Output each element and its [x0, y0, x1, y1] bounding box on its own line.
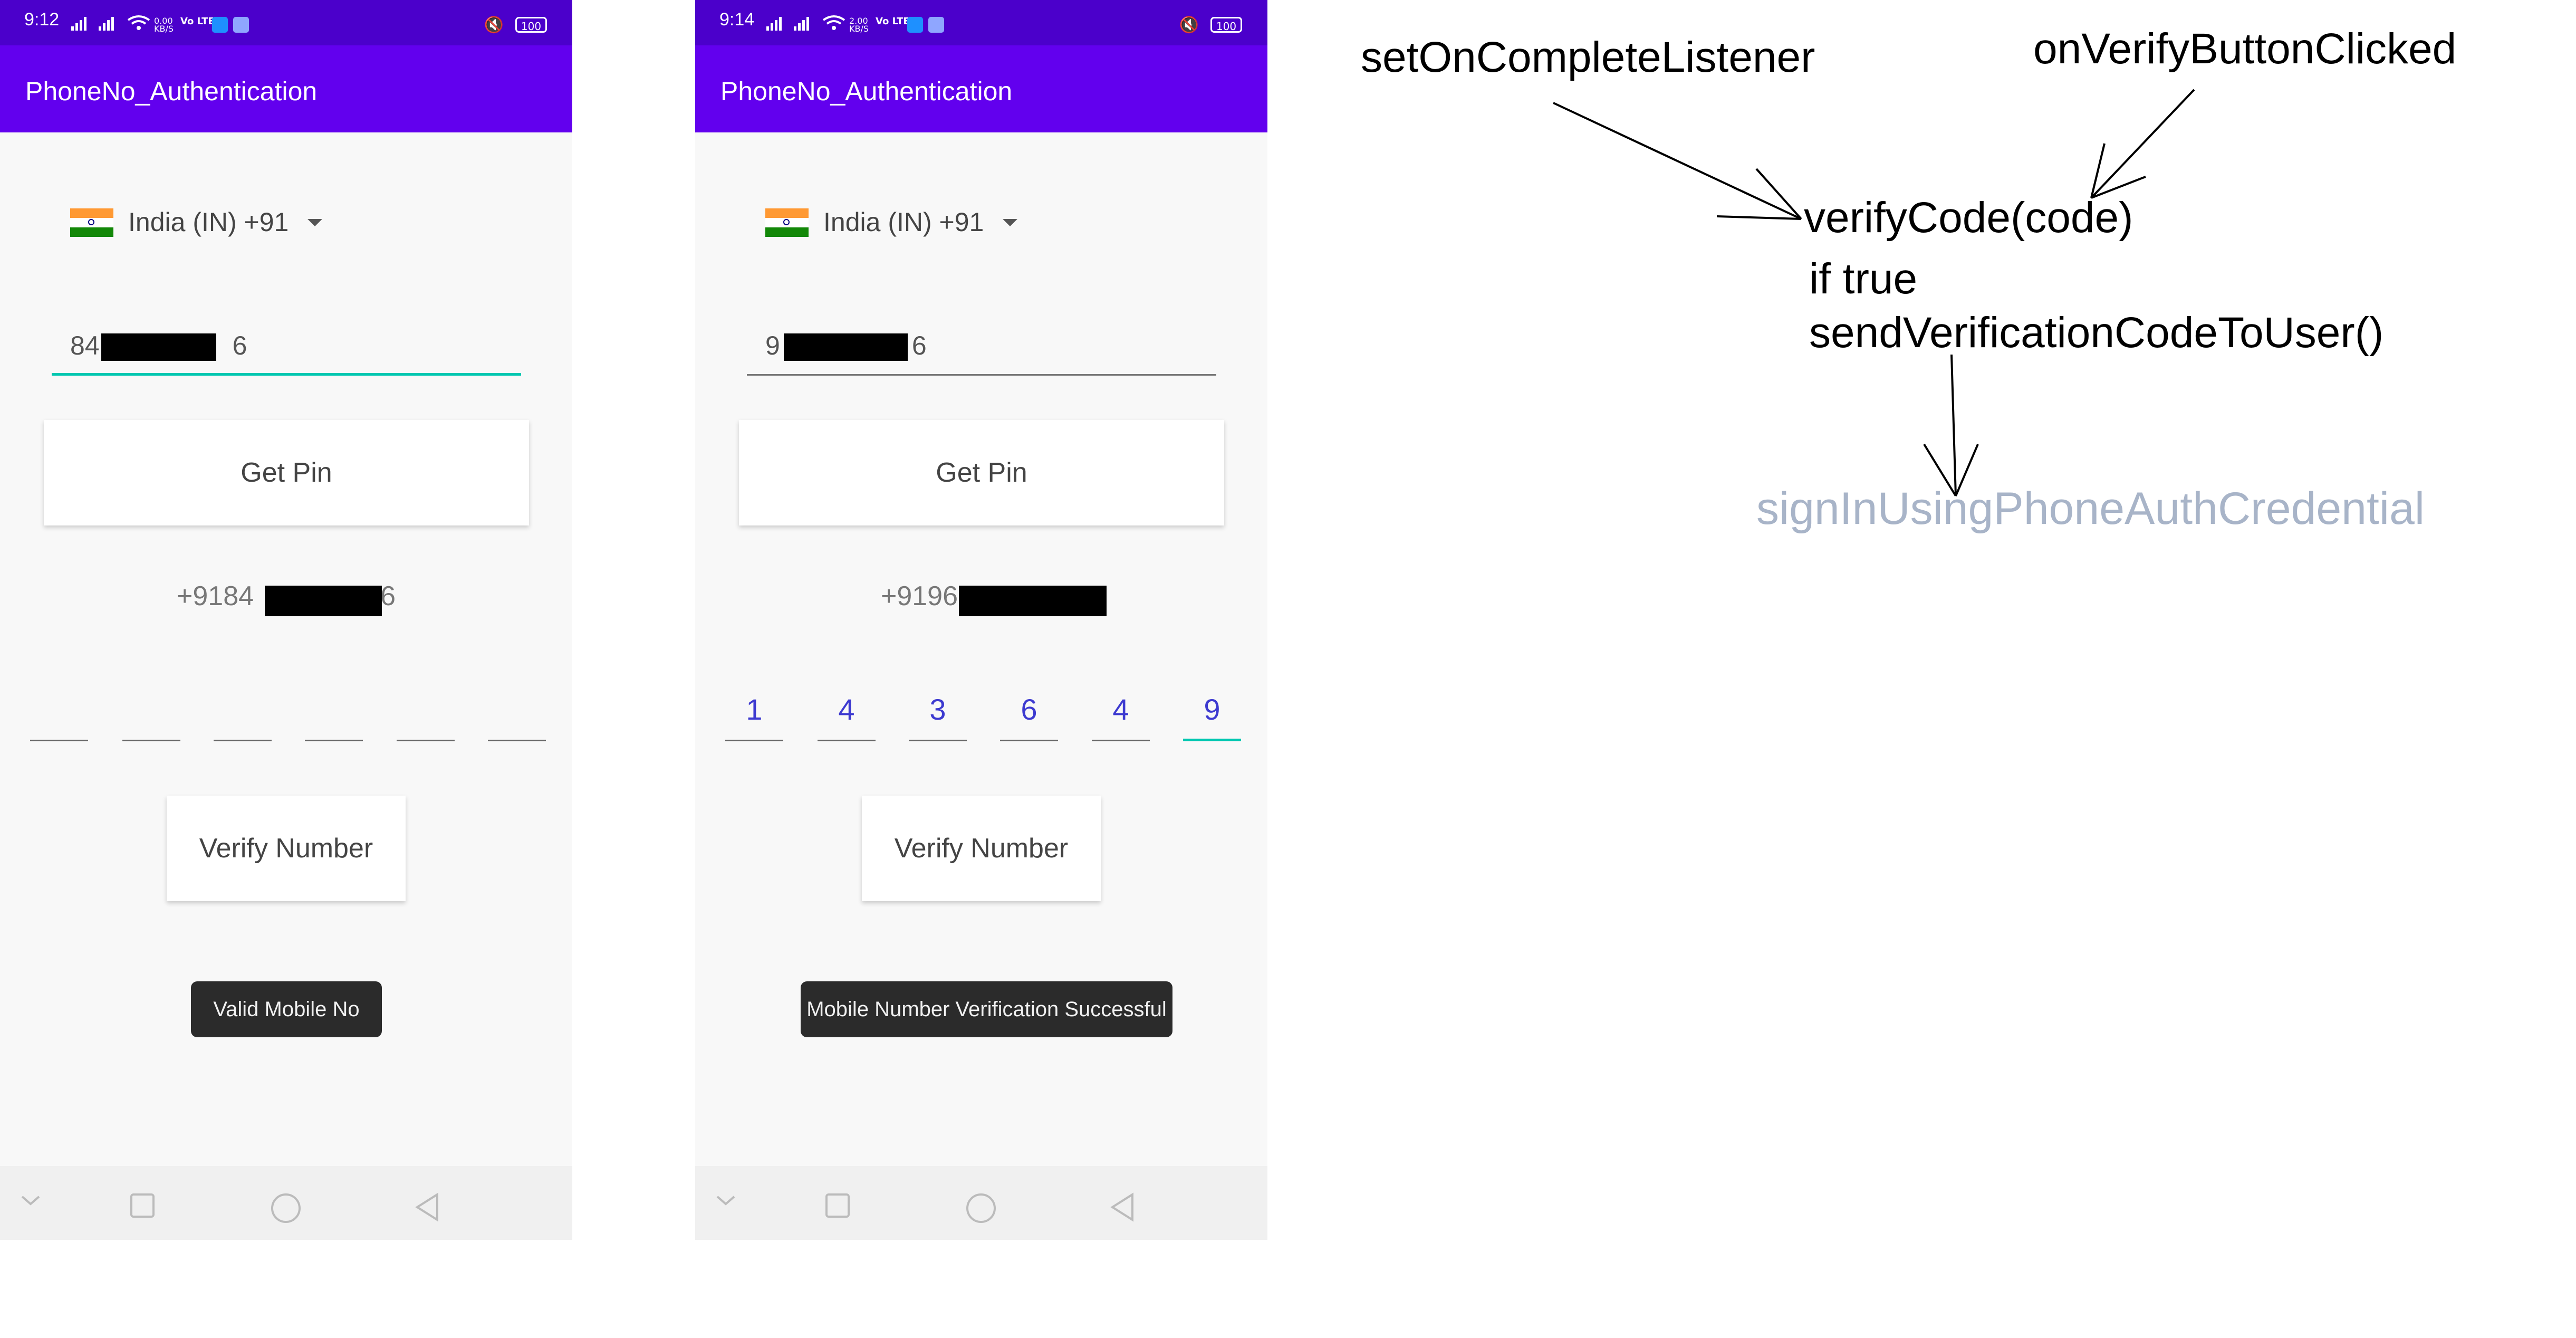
- arrow-set-on-complete: [1553, 102, 1802, 220]
- flow-arrows: [1553, 89, 2195, 497]
- arrow-send-to-sign-in: [1923, 354, 1979, 497]
- arrow-on-verify-clicked: [2090, 89, 2195, 199]
